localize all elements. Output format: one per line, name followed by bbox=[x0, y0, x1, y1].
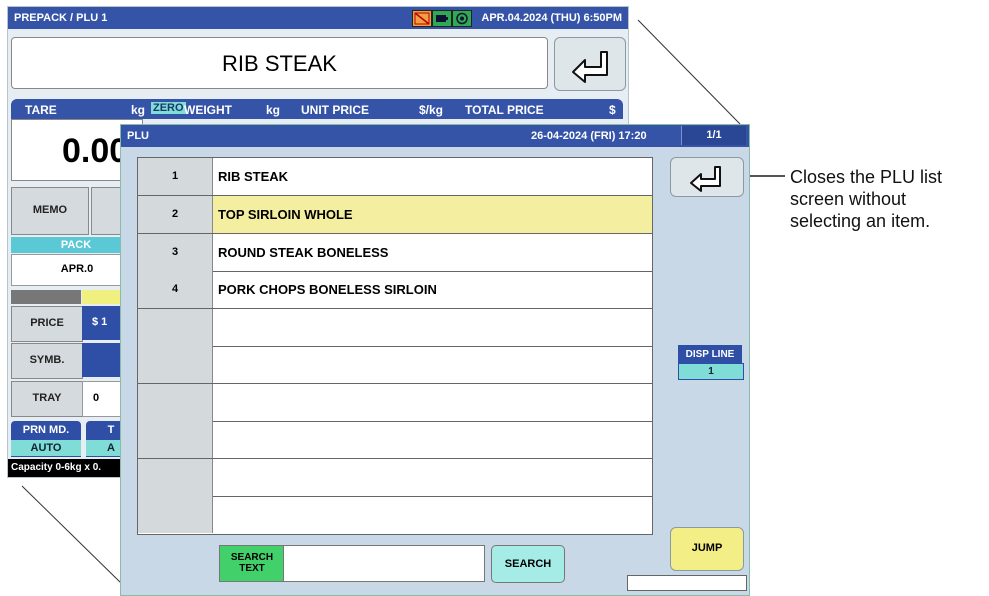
main-back-button[interactable] bbox=[554, 37, 626, 91]
search-text-label-box: SEARCH TEXT bbox=[219, 545, 285, 582]
plu-row-empty[interactable] bbox=[138, 346, 652, 384]
main-datetime: APR.04.2024 (THU) 6:50PM bbox=[481, 12, 622, 24]
plu-row[interactable]: 3 ROUND STEAK BONELESS bbox=[138, 234, 652, 272]
plu-datetime: 26-04-2024 (FRI) 17:20 bbox=[531, 130, 647, 142]
plu-number bbox=[138, 496, 213, 533]
callout-line-3: selecting an item. bbox=[790, 211, 931, 231]
weight-label: WEIGHT bbox=[184, 103, 232, 117]
search-text-input[interactable] bbox=[283, 545, 485, 582]
plu-name: TOP SIRLOIN WHOLE bbox=[218, 207, 353, 222]
callout-line-2: screen without bbox=[790, 189, 907, 209]
plu-number: 1 bbox=[138, 158, 213, 195]
back-arrow-icon bbox=[572, 51, 608, 83]
disp-line-value: 1 bbox=[708, 366, 714, 377]
plu-row[interactable]: 4 PORK CHOPS BONELESS SIRLOIN bbox=[138, 271, 652, 309]
main-screen-title: PREPACK / PLU 1 bbox=[14, 12, 108, 24]
print-mode-value-box: AUTO bbox=[11, 440, 81, 456]
plu-status-bar: PLU 26-04-2024 (FRI) 17:20 1/1 bbox=[121, 125, 749, 147]
zero-indicator: ZERO bbox=[151, 102, 186, 114]
plu-number: 2 bbox=[138, 196, 213, 233]
back-arrow-icon bbox=[690, 166, 721, 192]
price-label: PRICE bbox=[30, 317, 64, 329]
search-button-label: SEARCH bbox=[504, 558, 552, 570]
plu-list: 1 RIB STEAK 2 TOP SIRLOIN WHOLE 3 ROUND … bbox=[137, 157, 653, 535]
battery-icon bbox=[432, 10, 452, 27]
network-icon bbox=[452, 10, 472, 27]
memo-label: MEMO bbox=[32, 204, 68, 216]
capacity-text: Capacity 0-6kg x 0. bbox=[11, 462, 102, 473]
search-text-label-line2: TEXT bbox=[239, 563, 265, 574]
main-status-bar: PREPACK / PLU 1 APR.04.2024 (THU) 6:50PM bbox=[8, 7, 628, 29]
jump-label: JUMP bbox=[691, 542, 723, 554]
plu-screen-title: PLU bbox=[127, 130, 149, 142]
callout-line-1: Closes the PLU list bbox=[790, 167, 943, 187]
plu-name: ROUND STEAK BONELESS bbox=[218, 245, 389, 260]
weigh-header: TARE kg ZERO WEIGHT kg UNIT PRICE $/kg T… bbox=[11, 99, 623, 119]
plu-number bbox=[138, 384, 213, 421]
plu-row-empty[interactable] bbox=[138, 459, 652, 497]
item-name-text: RIB STEAK bbox=[222, 51, 337, 76]
plu-number bbox=[138, 421, 213, 458]
search-text-label-line1: SEARCH bbox=[230, 552, 274, 563]
tray-value: 0 bbox=[93, 392, 100, 404]
symbol-button[interactable]: SYMB. bbox=[11, 343, 83, 379]
tare-unit: kg bbox=[131, 103, 146, 117]
total-price-unit: $ bbox=[609, 103, 616, 117]
plu-row[interactable]: 1 RIB STEAK bbox=[138, 158, 652, 196]
bottom-right-field bbox=[627, 575, 747, 591]
plu-row-empty[interactable] bbox=[138, 421, 652, 459]
disp-line-value-box: 1 bbox=[678, 363, 744, 380]
weight-unit: kg bbox=[266, 103, 281, 117]
printer-status-icon bbox=[412, 10, 432, 27]
tray-button[interactable]: TRAY bbox=[11, 381, 83, 417]
symbol-label: SYMB. bbox=[29, 354, 65, 366]
grid-header-left bbox=[11, 290, 81, 304]
plu-number: 4 bbox=[138, 271, 213, 308]
plu-name: PORK CHOPS BONELESS SIRLOIN bbox=[218, 282, 437, 297]
memo-button[interactable]: MEMO bbox=[11, 187, 89, 235]
jump-button[interactable]: JUMP bbox=[670, 527, 744, 571]
unit-price-unit: $/kg bbox=[419, 103, 444, 117]
tare-value: 0.00 bbox=[62, 132, 129, 170]
plu-number: 3 bbox=[138, 234, 213, 271]
plu-number bbox=[138, 309, 213, 346]
callout-annotation: Closes the PLU list screen without selec… bbox=[790, 166, 942, 232]
plu-row-empty[interactable] bbox=[138, 309, 652, 347]
print-mode-value: AUTO bbox=[30, 442, 62, 454]
price-button[interactable]: PRICE bbox=[11, 306, 83, 342]
tray-label: TRAY bbox=[32, 392, 62, 404]
page-indicator: 1/1 bbox=[681, 126, 746, 145]
plu-name: RIB STEAK bbox=[218, 169, 289, 184]
disp-line-header[interactable]: DISP LINE bbox=[678, 345, 742, 363]
search-button[interactable]: SEARCH bbox=[491, 545, 565, 583]
total-price-label: TOTAL PRICE bbox=[465, 103, 544, 117]
plu-row-selected[interactable]: 2 TOP SIRLOIN WHOLE bbox=[138, 196, 652, 234]
tare-label: TARE bbox=[25, 103, 57, 117]
disp-line-label: DISP LINE bbox=[685, 349, 735, 360]
plu-close-back-button[interactable] bbox=[670, 157, 744, 197]
plu-row-empty[interactable] bbox=[138, 384, 652, 422]
plu-list-screen: PLU 26-04-2024 (FRI) 17:20 1/1 1 RIB STE… bbox=[120, 124, 750, 596]
item-name-display: RIB STEAK bbox=[11, 37, 548, 89]
plu-number bbox=[138, 346, 213, 383]
plu-number bbox=[138, 459, 213, 496]
plu-row-empty[interactable] bbox=[138, 496, 652, 533]
print-mode-label: PRN MD. bbox=[22, 424, 70, 436]
unit-price-label: UNIT PRICE bbox=[301, 103, 370, 117]
price-value: $ 1 bbox=[92, 316, 108, 328]
